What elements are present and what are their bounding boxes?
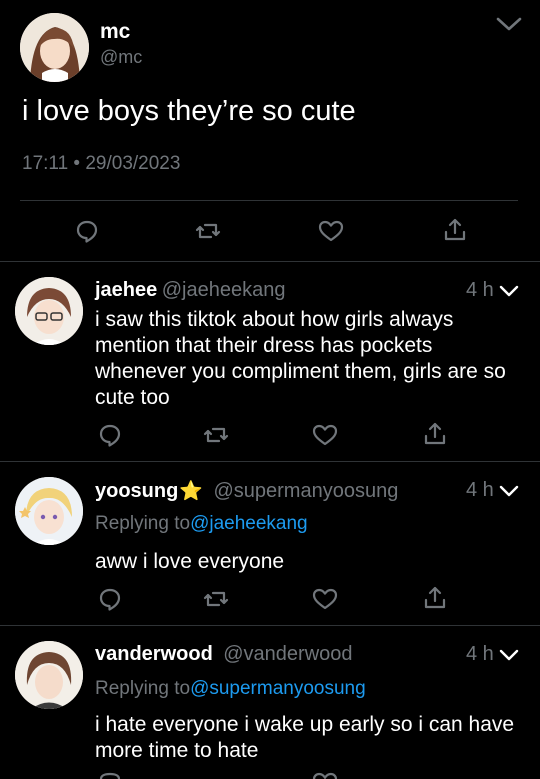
retweet-icon[interactable] (203, 587, 229, 611)
reply-icon[interactable] (75, 219, 99, 243)
reply-author-handle[interactable]: @vanderwood (223, 643, 352, 665)
reply-author-name[interactable]: yoosung (95, 480, 178, 502)
avatar-jaehee[interactable] (15, 277, 83, 345)
like-icon[interactable] (312, 587, 338, 611)
like-icon[interactable] (312, 771, 338, 779)
replying-to-label: Replying to (95, 678, 191, 699)
author-name[interactable]: mc (100, 20, 130, 44)
reply-text: aww i love everyone (95, 550, 285, 573)
chevron-down-icon[interactable] (499, 285, 519, 298)
chevron-down-icon[interactable] (499, 485, 519, 498)
reply-header: vanderwood @vanderwood (95, 643, 353, 666)
retweet-icon[interactable] (203, 423, 229, 447)
star-emoji-icon: ⭐ (179, 481, 204, 502)
replying-to: Replying to@jaeheekang (95, 513, 308, 535)
reply-author-name[interactable]: jaehee (95, 279, 157, 301)
replying-to-handle[interactable]: @supermanyoosung (190, 678, 366, 699)
share-icon[interactable] (443, 217, 467, 243)
tweet-timestamp: 17:11 • 29/03/2023 (22, 153, 181, 174)
like-icon[interactable] (312, 423, 338, 447)
reply-text: i hate everyone i wake up early so i can… (95, 713, 515, 762)
reply-icon[interactable] (98, 587, 122, 611)
chevron-down-icon[interactable] (499, 649, 519, 662)
share-icon[interactable] (423, 421, 447, 447)
reply-icon[interactable] (98, 771, 122, 779)
share-icon[interactable] (423, 585, 447, 611)
reply-text: i saw this tiktok about how girls always… (95, 308, 506, 409)
reply-author-handle[interactable]: @supermanyoosung (213, 480, 398, 502)
reply-time: 4 h (466, 479, 494, 501)
reply-time: 4 h (466, 279, 494, 301)
replying-to-label: Replying to (95, 513, 191, 534)
divider (0, 261, 540, 262)
reply-header: yoosung⭐ @supermanyoosung (95, 479, 398, 503)
reply-header: jaehee @jaeheekang (95, 279, 285, 302)
author-handle[interactable]: @mc (100, 47, 142, 68)
avatar-yoosung[interactable] (15, 477, 83, 545)
avatar-vanderwood[interactable] (15, 641, 83, 709)
chevron-down-icon[interactable] (496, 16, 522, 32)
retweet-icon[interactable] (195, 219, 221, 243)
divider (0, 461, 540, 462)
divider (20, 200, 518, 201)
like-icon[interactable] (318, 219, 344, 243)
tweet-text: i love boys they’re so cute (22, 95, 356, 127)
reply-author-handle[interactable]: @jaeheekang (162, 279, 286, 301)
reply-time: 4 h (466, 643, 494, 665)
replying-to: Replying to@supermanyoosung (95, 678, 366, 700)
divider (0, 625, 540, 626)
reply-icon[interactable] (98, 423, 122, 447)
avatar-mc[interactable] (20, 13, 89, 82)
replying-to-handle[interactable]: @jaeheekang (190, 513, 308, 534)
reply-author-name[interactable]: vanderwood (95, 643, 213, 665)
